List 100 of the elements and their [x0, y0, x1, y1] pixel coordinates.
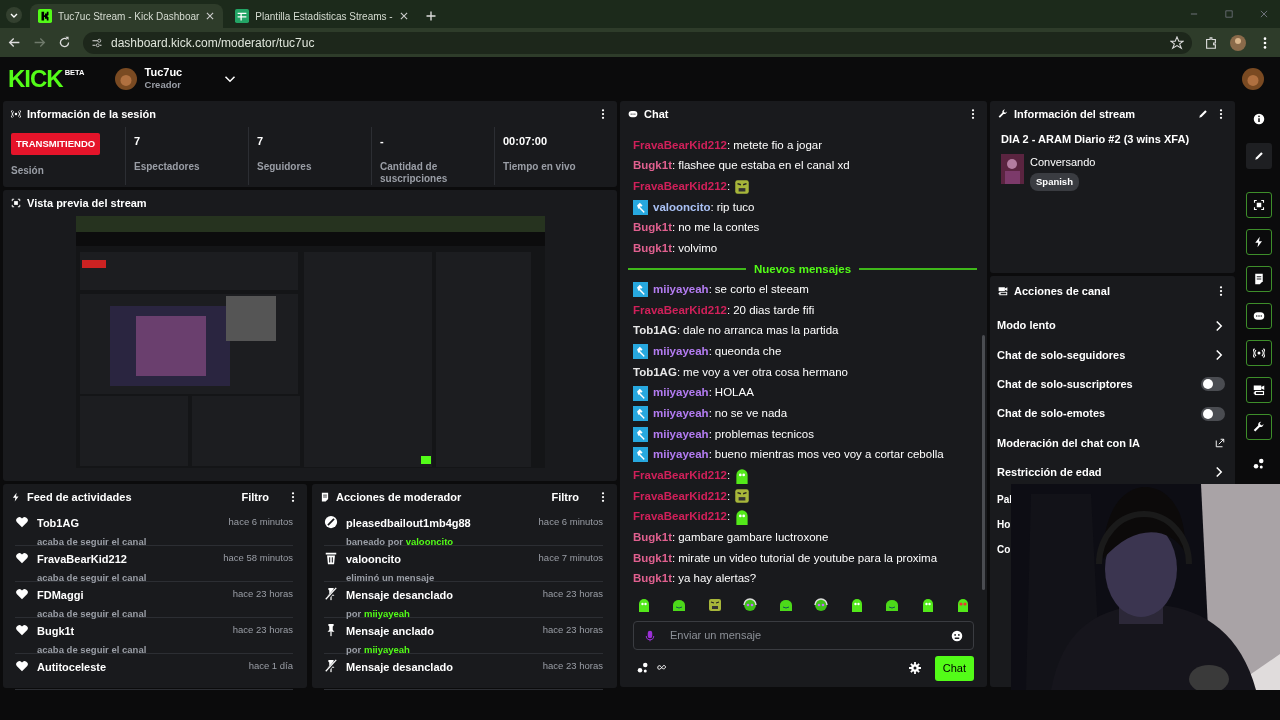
- channel-action[interactable]: Pal: [990, 486, 1012, 512]
- chat-message: no se ve nada: [714, 406, 788, 421]
- chat-icon: [1253, 310, 1265, 322]
- browser-tab[interactable]: Plantilla Estadisticas Streams -: [227, 4, 417, 28]
- profile-avatar[interactable]: [1230, 34, 1246, 51]
- mod-action-item[interactable]: Mensaje anclado por miiyayeah hace 23 horas: [324, 618, 603, 654]
- pencil-icon[interactable]: [1197, 108, 1209, 120]
- close-icon[interactable]: [205, 11, 216, 21]
- channel-action[interactable]: Co: [990, 536, 1011, 562]
- emote-icon[interactable]: [671, 597, 688, 613]
- chat-username[interactable]: miiyayeah: [653, 343, 709, 361]
- tab-search-icon[interactable]: [6, 7, 22, 23]
- colon: :: [708, 406, 712, 421]
- category-thumbnail[interactable]: [1001, 153, 1024, 184]
- chat-username[interactable]: Bugk1t: [633, 570, 672, 588]
- channel-action[interactable]: Restricción de edad: [990, 457, 1235, 487]
- filter-button[interactable]: Filtro: [241, 488, 269, 506]
- chat-username[interactable]: Bugk1t: [633, 528, 672, 547]
- heart-icon: [15, 587, 29, 601]
- sidebar-button[interactable]: [1246, 377, 1272, 403]
- forward-icon[interactable]: [33, 36, 46, 49]
- emote-icon[interactable]: [636, 597, 652, 613]
- colon: :: [727, 178, 731, 194]
- chat-message: me voy a ver otra cosa hermano: [683, 364, 848, 380]
- sidebar-button[interactable]: [1246, 143, 1272, 169]
- channel-action[interactable]: Moderación del chat con IA: [990, 428, 1235, 458]
- emote-icon: [733, 487, 752, 506]
- chat-username[interactable]: Tob1AG: [633, 322, 677, 340]
- message-field[interactable]: Enviar un mensaje: [668, 626, 939, 645]
- emote-icon[interactable]: [706, 597, 723, 613]
- channel-action[interactable]: Modo lento: [990, 311, 1235, 341]
- channel-action[interactable]: Chat de solo-emotes: [990, 398, 1235, 429]
- new-tab-icon[interactable]: [424, 10, 437, 22]
- chat-username[interactable]: miiyayeah: [653, 405, 709, 423]
- toggle-switch[interactable]: [1201, 377, 1225, 392]
- chat-username[interactable]: Tob1AG: [633, 363, 677, 381]
- sidebar-button[interactable]: [1246, 340, 1272, 366]
- category-name[interactable]: Conversando: [1030, 153, 1096, 170]
- feed-item[interactable]: Bugk1t acaba de seguir el canal hace 23 horas: [15, 618, 293, 654]
- sidebar-button[interactable]: [1246, 303, 1272, 329]
- sidebar-button[interactable]: [1246, 266, 1272, 292]
- emote-icon[interactable]: [813, 597, 830, 613]
- colon: :: [708, 344, 712, 360]
- chat-username[interactable]: miiyayeah: [653, 425, 709, 443]
- browser-tab[interactable]: Tuc7uc Stream - Kick Dashboar: [30, 4, 224, 28]
- action-detail: por miiyayeah: [346, 606, 411, 621]
- mod-action-item[interactable]: pleasedbailout1mb4g88 baneado por valooncito hace 6 minutos: [324, 510, 603, 546]
- kick-logo[interactable]: KICK: [8, 66, 63, 91]
- extensions-icon[interactable]: [1204, 35, 1218, 50]
- timestamp: hace 58 minutos: [223, 551, 293, 565]
- chat-username[interactable]: Bugk1t: [633, 157, 672, 175]
- mod-action-item[interactable]: Mensaje desanclado hace 23 horas: [324, 654, 603, 690]
- feed-item[interactable]: FravaBearKid212 acaba de seguir el canal hace 58 minutos: [15, 546, 293, 582]
- emote-icon[interactable]: [742, 597, 759, 613]
- channel-action[interactable]: Chat de solo-suscriptores: [990, 369, 1235, 399]
- timestamp: hace 23 horas: [542, 623, 603, 637]
- toggle-switch[interactable]: [1201, 406, 1225, 421]
- channel-action[interactable]: Ho: [990, 511, 1011, 537]
- filter-button[interactable]: Filtro: [551, 488, 579, 506]
- chat-username[interactable]: valooncito: [653, 198, 711, 216]
- sidebar-button[interactable]: [1246, 192, 1272, 218]
- chat-username[interactable]: Bugk1t: [633, 549, 672, 567]
- mod-action-item[interactable]: Mensaje desanclado por miiyayeah hace 23 horas: [324, 582, 603, 618]
- chat-username[interactable]: miiyayeah: [653, 384, 709, 402]
- points-icon[interactable]: [637, 662, 649, 675]
- emote-icon[interactable]: [777, 597, 794, 613]
- document-icon: [320, 492, 330, 502]
- chat-input[interactable]: Enviar un mensaje: [633, 621, 974, 650]
- channel-action[interactable]: Chat de solo-seguidores: [990, 340, 1235, 370]
- close-icon[interactable]: [398, 11, 409, 21]
- chat-message: flashee que estaba en el canal xd: [678, 158, 850, 174]
- microphone-icon[interactable]: [644, 628, 656, 643]
- timestamp: hace 23 horas: [542, 659, 603, 673]
- site-settings-icon[interactable]: [91, 36, 103, 49]
- panel-title: Feed de actividades: [27, 489, 132, 505]
- chat-username[interactable]: Bugk1t: [633, 219, 672, 237]
- address-bar[interactable]: dashboard.kick.com/moderator/tuc7uc: [83, 31, 1192, 54]
- mod-action-item[interactable]: valooncito eliminó un mensaje hace 7 minutos: [324, 546, 603, 582]
- chat-message: metete fio a jogar: [733, 137, 823, 153]
- feed-item[interactable]: Tob1AG acaba de seguir el canal hace 6 minutos: [15, 510, 293, 546]
- user-avatar[interactable]: [114, 67, 137, 90]
- back-icon[interactable]: [8, 36, 21, 49]
- reload-icon[interactable]: [58, 36, 71, 49]
- sidebar-button[interactable]: [1246, 414, 1272, 440]
- emoji-icon[interactable]: [951, 629, 963, 642]
- star-icon[interactable]: [1170, 35, 1184, 50]
- scrollbar[interactable]: [982, 335, 985, 590]
- profile-avatar[interactable]: [1242, 67, 1264, 90]
- feed-item[interactable]: FDMaggi acaba de seguir el canal hace 23 horas: [15, 582, 293, 618]
- emote-icon[interactable]: [884, 597, 901, 613]
- feed-item[interactable]: Autitoceleste hace 1 día: [15, 654, 293, 690]
- chat-username[interactable]: miiyayeah: [653, 281, 709, 299]
- send-button[interactable]: Chat: [934, 656, 974, 681]
- colon: :: [708, 447, 712, 463]
- panel-title: Acciones de moderador: [336, 489, 462, 505]
- chat-username[interactable]: miiyayeah: [653, 446, 709, 464]
- settings-icon[interactable]: [908, 662, 921, 675]
- sidebar-button[interactable]: [1246, 229, 1272, 255]
- stat-label: Cantidad de suscripciones: [380, 160, 449, 186]
- chat-username[interactable]: Bugk1t: [633, 239, 672, 258]
